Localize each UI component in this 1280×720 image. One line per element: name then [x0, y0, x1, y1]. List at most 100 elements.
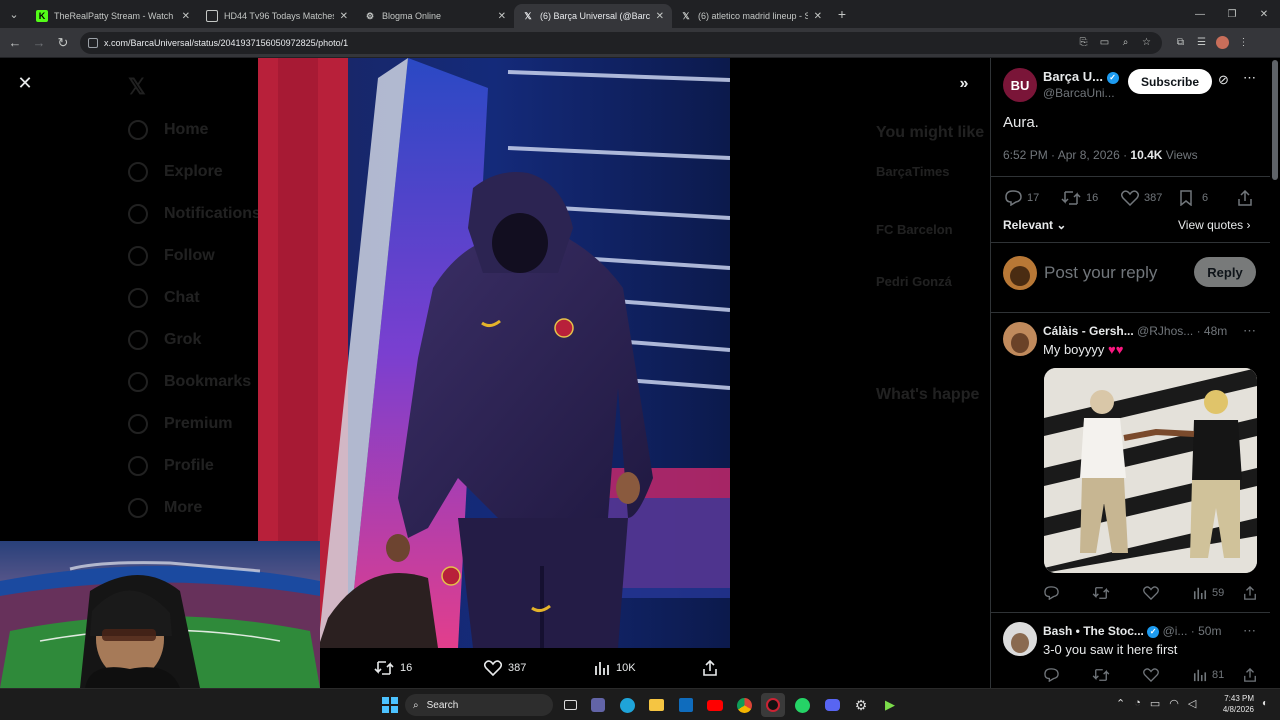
- file-explorer-icon[interactable]: [644, 693, 668, 717]
- author-handle[interactable]: @BarcaUni...: [1043, 86, 1115, 100]
- grok-icon[interactable]: ⊘: [1218, 72, 1229, 88]
- reply-share-button[interactable]: [1243, 586, 1262, 600]
- reply-avatar[interactable]: [1003, 622, 1037, 656]
- reply-avatar[interactable]: [1003, 322, 1037, 356]
- media-player-icon[interactable]: ▶: [878, 693, 902, 717]
- scrollbar-thumb[interactable]: [1272, 60, 1278, 180]
- youtube-icon[interactable]: [703, 693, 727, 717]
- close-tab-icon[interactable]: ✕: [656, 11, 664, 22]
- like-count: 387: [508, 662, 527, 674]
- photo-share-button[interactable]: [702, 660, 724, 676]
- reply-views-button[interactable]: 59: [1193, 586, 1224, 600]
- kick-icon: K: [36, 10, 48, 22]
- network-icon[interactable]: ▭: [1150, 697, 1160, 710]
- reply-input[interactable]: Post your reply: [1044, 263, 1157, 283]
- reply-views-button[interactable]: 81: [1193, 668, 1224, 682]
- recording-app-icon[interactable]: [761, 693, 785, 717]
- reply-button[interactable]: 17: [1005, 190, 1039, 206]
- reply-comment-button[interactable]: [1044, 586, 1064, 600]
- tab-search-icon[interactable]: ⌄: [0, 0, 28, 28]
- reading-list-icon[interactable]: ☰: [1191, 32, 1212, 52]
- chrome-icon[interactable]: [732, 693, 756, 717]
- retweet-count: 16: [400, 662, 413, 674]
- forward-icon[interactable]: →: [27, 31, 51, 55]
- taskbar-clock[interactable]: 7:43 PM 4/8/2026: [1210, 693, 1254, 715]
- share-button[interactable]: [1237, 190, 1258, 206]
- close-viewer-button[interactable]: ✕: [14, 72, 36, 94]
- reply-comment-button[interactable]: [1044, 668, 1064, 682]
- outlook-icon[interactable]: [674, 693, 698, 717]
- close-tab-icon[interactable]: ✕: [814, 11, 822, 22]
- extensions-icon[interactable]: ⧉: [1170, 32, 1191, 52]
- reply-author-handle[interactable]: @i...: [1163, 624, 1188, 638]
- reply-author-name[interactable]: Bash • The Stoc...: [1043, 624, 1144, 638]
- reply-photo[interactable]: [1044, 368, 1257, 573]
- translate-icon[interactable]: ⎘: [1073, 32, 1094, 52]
- tab-therealpatty[interactable]: K TheRealPatty Stream - Watch Li ✕: [28, 4, 198, 28]
- author-name[interactable]: Barça U... ✓: [1043, 69, 1119, 84]
- minimize-icon[interactable]: —: [1184, 9, 1216, 20]
- tray-overflow-icon[interactable]: ⌃: [1116, 697, 1125, 710]
- close-window-icon[interactable]: ✕: [1248, 9, 1280, 20]
- more-options-icon[interactable]: ⋯: [1243, 70, 1256, 86]
- tab-hd44[interactable]: HD44 Tv96 Todays Matches ✕: [198, 4, 356, 28]
- whatsapp-icon[interactable]: [790, 693, 814, 717]
- maximize-icon[interactable]: ❐: [1216, 9, 1248, 20]
- reply-like-button[interactable]: [1143, 668, 1164, 682]
- more-options-icon[interactable]: ⋯: [1243, 323, 1256, 339]
- close-tab-icon[interactable]: ✕: [340, 11, 348, 22]
- reply-retweet-button[interactable]: [1092, 668, 1115, 682]
- settings-icon[interactable]: ⚙: [849, 693, 873, 717]
- bookmark-star-icon[interactable]: ☆: [1136, 32, 1157, 52]
- reply-retweet-button[interactable]: [1092, 586, 1115, 600]
- retweet-button[interactable]: 16: [1061, 190, 1098, 206]
- reply-author-handle[interactable]: @RJhos...: [1137, 324, 1193, 338]
- task-view-icon[interactable]: [558, 693, 582, 717]
- site-info-icon[interactable]: [88, 38, 98, 48]
- wifi-icon[interactable]: ◠: [1169, 697, 1179, 710]
- cast-icon[interactable]: ▭: [1094, 32, 1115, 52]
- more-options-icon[interactable]: ⋯: [1243, 623, 1256, 639]
- reply-sort-dropdown[interactable]: Relevant ⌄: [1003, 218, 1066, 232]
- discord-icon[interactable]: [820, 693, 844, 717]
- back-icon[interactable]: ←: [3, 31, 27, 55]
- windows-start-icon[interactable]: [378, 693, 402, 717]
- reply-share-button[interactable]: [1243, 668, 1262, 682]
- subscribe-button[interactable]: Subscribe: [1128, 69, 1212, 94]
- tab-atletico-search[interactable]: 𝕏 (6) atletico madrid lineup - Sea ✕: [672, 4, 830, 28]
- photo-views-button[interactable]: 10K: [594, 660, 636, 676]
- reply-time[interactable]: · 48m: [1197, 324, 1228, 338]
- photo-like-button[interactable]: 387: [484, 660, 526, 676]
- tab-title: HD44 Tv96 Todays Matches: [224, 11, 334, 21]
- reply-submit-button[interactable]: Reply: [1194, 257, 1256, 287]
- bookmark-button[interactable]: 6: [1179, 190, 1208, 206]
- reply-like-button[interactable]: [1143, 586, 1164, 600]
- tweet-photo[interactable]: [258, 58, 730, 648]
- close-tab-icon[interactable]: ✕: [182, 11, 190, 22]
- volume-icon[interactable]: ◁: [1188, 697, 1196, 710]
- tab-blogma[interactable]: ⚙ Blogma Online ✕: [356, 4, 514, 28]
- view-quotes-link[interactable]: View quotes ›: [1178, 218, 1251, 232]
- teams-icon[interactable]: [586, 693, 610, 717]
- edge-icon[interactable]: [615, 693, 639, 717]
- like-button[interactable]: 387: [1121, 190, 1162, 206]
- notification-bell-icon[interactable]: ◐: [1262, 698, 1268, 709]
- reply-author-name[interactable]: Cálàis - Gersh...: [1043, 324, 1134, 338]
- address-bar[interactable]: x.com/BarcaUniversal/status/204193715605…: [80, 32, 1162, 54]
- copilot-icon[interactable]: ◔: [1134, 697, 1141, 710]
- zoom-icon[interactable]: ⌕: [1115, 32, 1136, 52]
- author-avatar[interactable]: BU: [1003, 68, 1037, 102]
- menu-icon[interactable]: ⋮: [1233, 32, 1254, 52]
- photo-retweet-button[interactable]: 16: [374, 660, 412, 676]
- close-tab-icon[interactable]: ✕: [498, 11, 506, 22]
- new-tab-button[interactable]: +: [830, 6, 854, 22]
- taskbar-search[interactable]: ⌕ Search: [405, 694, 553, 716]
- tab-barca-universal[interactable]: 𝕏 (6) Barça Universal (@BarcaUni ✕: [514, 4, 672, 28]
- hide-thread-button[interactable]: »: [952, 72, 976, 96]
- whats-happening-heading: What's happe: [876, 386, 980, 403]
- reply-time[interactable]: · 50m: [1191, 624, 1222, 638]
- profile-avatar[interactable]: [1212, 32, 1233, 52]
- tweet-time[interactable]: 6:52 PM · Apr 8, 2026 ·: [1003, 148, 1127, 162]
- reload-icon[interactable]: ↻: [51, 31, 75, 55]
- page-scrollbar[interactable]: [1270, 58, 1280, 688]
